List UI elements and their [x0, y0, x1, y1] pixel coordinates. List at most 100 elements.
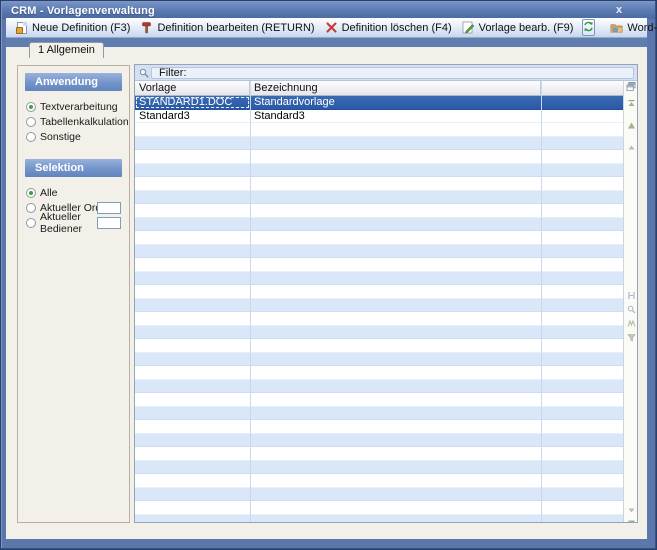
cell-bezeichnung[interactable]: Standardvorlage [250, 96, 541, 109]
table-row[interactable] [135, 285, 625, 299]
new-definition-label: Neue Definition (F3) [32, 22, 130, 34]
refresh-button[interactable] [582, 19, 595, 36]
table-row[interactable] [135, 393, 625, 407]
column-chooser-icon[interactable] [626, 81, 636, 91]
table-row[interactable] [135, 474, 625, 488]
delete-definition-button[interactable]: Definition löschen (F4) [322, 19, 457, 37]
word-steuerformate-label: Word-Steuerformate (F6) [627, 22, 657, 34]
cell-vorlage[interactable]: STANDARD1.DOC [135, 96, 250, 109]
page-up-icon[interactable] [626, 142, 636, 152]
search-strip-icon[interactable] [626, 304, 636, 314]
new-definition-button[interactable]: Neue Definition (F3) [12, 19, 135, 37]
table-row[interactable] [135, 177, 625, 191]
scroll-up-icon[interactable] [626, 120, 636, 130]
table-row[interactable] [135, 488, 625, 502]
edit-template-button[interactable]: Vorlage bearb. (F9) [459, 19, 579, 37]
table-row[interactable] [135, 191, 625, 205]
grid-header-row: Vorlage Bezeichnung [135, 81, 625, 96]
table-row[interactable] [135, 123, 625, 137]
table-row-selected[interactable]: STANDARD1.DOC Standardvorlage [135, 96, 625, 110]
refresh-icon [583, 21, 594, 35]
table-row[interactable] [135, 420, 625, 434]
grid-vertical-line [250, 81, 251, 522]
radio-alle[interactable]: Alle [26, 186, 122, 200]
column-header-bezeichnung[interactable]: Bezeichnung [250, 81, 541, 95]
new-document-icon [15, 21, 28, 34]
resize-icon[interactable] [626, 290, 636, 300]
column-header-vorlage[interactable]: Vorlage [135, 81, 250, 95]
table-row[interactable] [135, 150, 625, 164]
table-row[interactable] [135, 366, 625, 380]
grid-rows: STANDARD1.DOC Standardvorlage Standard3 … [135, 96, 625, 522]
bediener-input[interactable] [97, 217, 121, 229]
grid-side-strip [623, 81, 637, 522]
radio-button-icon[interactable] [26, 132, 36, 142]
word-steuerformate-button[interactable]: Word-Steuerformate (F6) [607, 19, 657, 37]
table-row[interactable] [135, 299, 625, 313]
bookmark-icon[interactable] [626, 318, 636, 328]
title-bar[interactable]: CRM - Vorlagenverwaltung x [2, 2, 655, 19]
toolbar: Neue Definition (F3) Definition bearbeit… [6, 18, 647, 38]
template-grid: Filter: Vorlage Bezeichnung STANDARD1.DO… [134, 64, 638, 523]
table-row[interactable] [135, 461, 625, 475]
radio-label: Tabellenkalkulation [40, 116, 129, 128]
search-icon [139, 68, 149, 81]
scroll-down-icon[interactable] [626, 518, 636, 523]
filter-icon[interactable] [626, 332, 636, 342]
radio-aktueller-bediener[interactable]: Aktueller Bediener [26, 216, 122, 230]
grid-empty-rows [135, 123, 625, 522]
sidebar-panel: Anwendung Textverarbeitung Tabellenkalku… [17, 65, 130, 523]
hammer-icon [140, 21, 153, 34]
edit-template-label: Vorlage bearb. (F9) [479, 22, 574, 34]
page-down-icon[interactable] [626, 505, 636, 515]
table-row[interactable] [135, 447, 625, 461]
cell-vorlage[interactable]: Standard3 [135, 110, 250, 123]
table-row[interactable] [135, 258, 625, 272]
radio-button-icon[interactable] [26, 102, 36, 112]
filter-input[interactable]: Filter: [151, 67, 634, 79]
radio-button-icon[interactable] [26, 218, 36, 228]
filter-bar: Filter: [135, 65, 637, 81]
table-row[interactable] [135, 380, 625, 394]
table-row[interactable] [135, 272, 625, 286]
radio-button-icon[interactable] [26, 188, 36, 198]
table-row[interactable] [135, 339, 625, 353]
table-row[interactable] [135, 245, 625, 259]
radio-button-icon[interactable] [26, 117, 36, 127]
word-folder-icon [610, 21, 623, 34]
cell-bezeichnung[interactable]: Standard3 [250, 110, 541, 123]
table-row[interactable] [135, 515, 625, 523]
scroll-top-icon[interactable] [626, 98, 636, 108]
radio-button-icon[interactable] [26, 203, 36, 213]
table-row[interactable] [135, 434, 625, 448]
group-header-selektion: Selektion [25, 159, 122, 177]
radio-label: Sonstige [40, 131, 81, 143]
window-title: CRM - Vorlagenverwaltung [2, 5, 155, 17]
radio-textverarbeitung[interactable]: Textverarbeitung [26, 100, 122, 114]
table-row[interactable] [135, 326, 625, 340]
delete-x-icon [325, 21, 338, 34]
edit-definition-button[interactable]: Definition bearbeiten (RETURN) [137, 19, 319, 37]
table-row[interactable] [135, 164, 625, 178]
delete-definition-label: Definition löschen (F4) [342, 22, 452, 34]
tab-allgemein[interactable]: 1 Allgemein [29, 42, 104, 58]
edit-template-icon [462, 21, 475, 34]
filter-label: Filter: [159, 67, 187, 79]
table-row[interactable] [135, 501, 625, 515]
group-header-anwendung: Anwendung [25, 73, 122, 91]
app-window: CRM - Vorlagenverwaltung x Neue Definiti… [0, 0, 657, 550]
table-row[interactable] [135, 407, 625, 421]
table-row[interactable] [135, 312, 625, 326]
edit-definition-label: Definition bearbeiten (RETURN) [157, 22, 314, 34]
radio-sonstige[interactable]: Sonstige [26, 130, 122, 144]
table-row[interactable] [135, 204, 625, 218]
table-row[interactable]: Standard3 Standard3 [135, 110, 625, 124]
radio-tabellenkalkulation[interactable]: Tabellenkalkulation [26, 115, 122, 129]
table-row[interactable] [135, 137, 625, 151]
table-row[interactable] [135, 231, 625, 245]
column-header-empty[interactable] [541, 81, 625, 95]
table-row[interactable] [135, 353, 625, 367]
grid-vertical-line [541, 81, 542, 522]
close-icon[interactable]: x [611, 3, 627, 17]
table-row[interactable] [135, 218, 625, 232]
